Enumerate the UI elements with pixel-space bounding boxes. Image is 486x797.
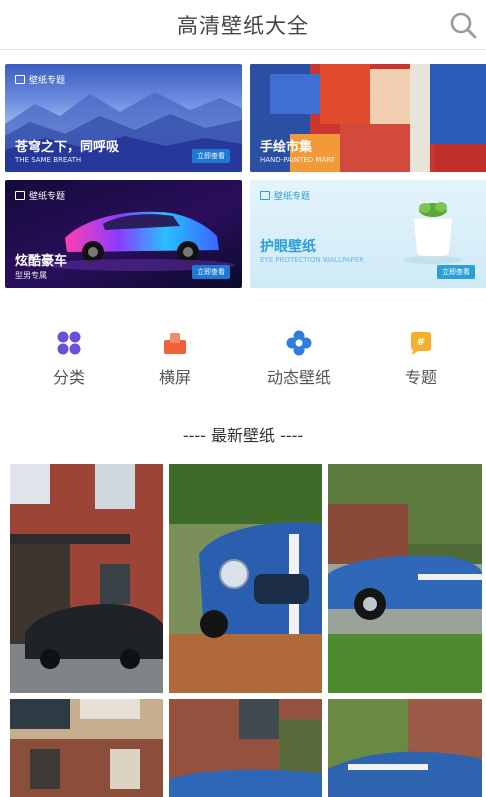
banner-hand-painted-mart[interactable]: 手绘市集 HAND-PAINTED MART	[250, 64, 486, 172]
banner-subtitle: 型男专属	[15, 271, 47, 280]
landscape-icon	[164, 333, 186, 354]
live-wallpaper-icon	[286, 330, 312, 356]
building-photo	[10, 699, 163, 797]
banner-subtitle: EYE PROTECTION WALLPAPER	[260, 256, 365, 264]
banner-title: 苍穹之下，同呼吸	[15, 140, 120, 155]
image-icon	[15, 191, 25, 200]
banner-tag: 壁纸专题	[260, 189, 310, 202]
banner-title: 手绘市集	[260, 140, 313, 155]
image-icon	[260, 191, 270, 200]
nav-item-live-wallpaper[interactable]: 动态壁纸	[252, 330, 346, 388]
topic-icon: #	[411, 332, 431, 355]
banner-title: 炫酷豪车	[15, 254, 68, 269]
banner-title: 护眼壁纸	[260, 239, 316, 255]
wallpaper-thumbnail[interactable]	[10, 699, 163, 797]
view-now-button[interactable]: 立即查看	[192, 265, 230, 279]
banner-tag: 壁纸专题	[15, 73, 65, 86]
banner-tag: 壁纸专题	[15, 189, 65, 202]
nav-label: 横屏	[158, 368, 191, 387]
banner-eye-protection[interactable]: 壁纸专题 护眼壁纸 EYE PROTECTION WALLPAPER 立即查看	[250, 180, 486, 288]
nav-item-topic[interactable]: # 专题	[376, 330, 466, 388]
category-icon	[57, 331, 81, 355]
nav-label: 动态壁纸	[266, 368, 331, 387]
category-nav: 分类 横屏 动态壁纸 # 专题	[0, 330, 486, 390]
nav-item-landscape[interactable]: 横屏	[130, 330, 220, 388]
banner-subtitle: THE SAME BREATH	[15, 156, 82, 164]
garden-car-photo	[328, 699, 482, 797]
app-title: 高清壁纸大全	[177, 14, 309, 38]
search-icon[interactable]	[448, 10, 478, 40]
banner-cool-cars[interactable]: 壁纸专题 炫酷豪车 型男专属 立即查看	[5, 180, 242, 288]
wallpaper-thumbnail[interactable]	[328, 699, 482, 797]
view-now-button[interactable]: 立即查看	[437, 265, 475, 279]
building-car-photo	[10, 464, 163, 693]
nav-item-category[interactable]: 分类	[24, 330, 114, 388]
classic-car-photo	[169, 464, 322, 693]
wallpaper-thumbnail[interactable]	[328, 464, 482, 693]
brick-car-photo	[169, 699, 322, 797]
nav-label: 分类	[52, 368, 85, 387]
image-icon	[15, 75, 25, 84]
wallpaper-thumbnail[interactable]	[169, 464, 322, 693]
app-header: 高清壁纸大全	[0, 0, 486, 50]
wallpaper-grid	[10, 464, 482, 797]
wallpaper-thumbnail[interactable]	[10, 464, 163, 693]
nav-label: 专题	[404, 368, 437, 387]
wallpaper-thumbnail[interactable]	[169, 699, 322, 797]
svg-text:#: #	[417, 337, 425, 348]
view-now-button[interactable]: 立即查看	[192, 149, 230, 163]
banner-same-breath[interactable]: 壁纸专题 苍穹之下，同呼吸 THE SAME BREATH 立即查看	[5, 64, 242, 172]
section-title-latest: ---- 最新壁纸 ----	[182, 426, 304, 445]
classic-car-side-photo	[328, 464, 482, 693]
banner-subtitle: HAND-PAINTED MART	[260, 156, 335, 164]
